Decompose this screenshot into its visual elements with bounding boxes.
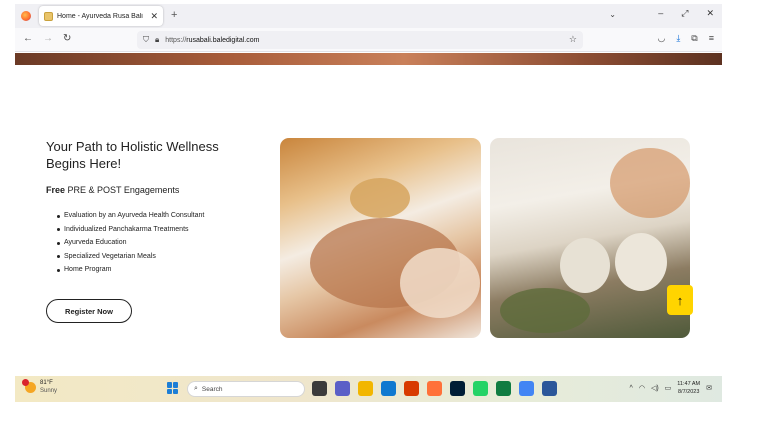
engagements-subheading: Free PRE & POST Engagements <box>46 185 179 195</box>
show-hidden-icons-chevron-icon[interactable]: ^ <box>630 385 633 392</box>
browser-window: Home - Ayurveda Rusa Bali ✕ + ⌄ – ⤢ ✕ ← … <box>15 0 722 402</box>
weather-condition: Sunny <box>40 388 58 394</box>
weather-text: 81°F Sunny <box>40 379 57 395</box>
site-favicon-icon <box>44 11 53 21</box>
menu-hamburger-icon[interactable]: ≡ <box>709 33 714 44</box>
firefox-view-icon[interactable] <box>21 11 31 21</box>
file-explorer-icon[interactable] <box>358 381 373 396</box>
office-icon[interactable] <box>404 381 419 396</box>
massage-photo <box>280 138 481 338</box>
weather-temp: 81°F <box>40 380 53 386</box>
clock-time: 11:47 AM <box>677 381 701 387</box>
chrome-icon[interactable] <box>519 381 534 396</box>
active-tab[interactable]: Home - Ayurveda Rusa Bali ✕ <box>39 6 163 26</box>
downloads-icon[interactable]: ⤓ <box>676 33 680 44</box>
windows-start-icon[interactable] <box>167 382 179 394</box>
wifi-icon[interactable]: ◠ <box>639 384 645 392</box>
maximize-button[interactable]: ⤢ <box>681 8 688 19</box>
tab-title: Home - Ayurveda Rusa Bali <box>57 12 143 20</box>
toolbar-icons: ◡ ⤓ ⧉ ≡ <box>657 33 714 44</box>
search-icon: ⌕ <box>194 385 198 392</box>
sun-icon <box>22 378 36 393</box>
subhead-bold: Free <box>46 185 66 195</box>
weather-widget[interactable]: 81°F Sunny <box>22 378 57 395</box>
forward-arrow-icon[interactable]: → <box>43 33 53 44</box>
volume-icon[interactable]: ◁) <box>651 384 659 392</box>
list-item: Ayurveda Education <box>57 236 204 250</box>
minimize-button[interactable]: – <box>658 8 663 19</box>
new-tab-button[interactable]: + <box>171 9 177 21</box>
alert-badge <box>22 378 29 386</box>
list-all-tabs-icon[interactable]: ⌄ <box>609 10 616 19</box>
pocket-icon[interactable]: ◡ <box>657 33 665 44</box>
reload-icon[interactable]: ↻ <box>63 33 71 44</box>
extensions-icon[interactable]: ⧉ <box>691 33 697 44</box>
battery-icon[interactable]: ▭ <box>665 384 672 392</box>
register-now-button[interactable]: Register Now <box>46 299 132 323</box>
system-tray: ^ ◠ ◁) ▭ 11:47 AM 8/7/2023 ✉ <box>630 380 712 396</box>
whatsapp-icon[interactable] <box>473 381 488 396</box>
task-view-icon[interactable] <box>312 381 327 396</box>
headline-line-2: Begins Here! <box>46 156 122 171</box>
excel-icon[interactable] <box>496 381 511 396</box>
photoshop-icon[interactable] <box>450 381 465 396</box>
tab-strip: Home - Ayurveda Rusa Bali ✕ + ⌄ – ⤢ ✕ <box>15 4 722 28</box>
list-item: Individualized Panchakarma Treatments <box>57 223 204 237</box>
tracking-shield-icon[interactable]: ⛉ <box>143 35 149 45</box>
page-headline: Your Path to Holistic Wellness Begins He… <box>46 138 266 172</box>
lock-icon[interactable]: 🔒︎ <box>155 35 159 45</box>
feature-list: Evaluation by an Ayurveda Health Consult… <box>57 209 204 277</box>
url-bar[interactable]: ⛉ 🔒︎ https://rusabali.baledigital.com ☆ <box>137 31 583 49</box>
firefox-icon[interactable] <box>427 381 442 396</box>
teams-icon[interactable] <box>335 381 350 396</box>
headline-line-1: Your Path to Holistic Wellness <box>46 139 219 154</box>
scroll-to-top-button[interactable]: ↑ <box>667 285 693 315</box>
hero-image-bottom-strip <box>15 53 722 65</box>
navigation-bar: ← → ↻ ⛉ 🔒︎ https://rusabali.baledigital.… <box>15 28 722 52</box>
tab-close-icon[interactable]: ✕ <box>150 11 158 22</box>
subhead-rest: PRE & POST Engagements <box>65 185 180 195</box>
list-item: Specialized Vegetarian Meals <box>57 250 204 264</box>
clock[interactable]: 11:47 AM 8/7/2023 <box>677 380 700 396</box>
close-window-button[interactable]: ✕ <box>706 8 714 19</box>
taskbar-search[interactable]: ⌕ Search <box>187 381 305 397</box>
list-item: Evaluation by an Ayurveda Health Consult… <box>57 209 204 223</box>
window-controls: – ⤢ ✕ <box>658 8 714 19</box>
herbal-compress-photo <box>490 138 690 338</box>
search-placeholder: Search <box>201 385 223 393</box>
bookmark-star-icon[interactable]: ☆ <box>569 34 577 45</box>
url-text: https://rusabali.baledigital.com <box>165 36 260 44</box>
clock-date: 8/7/2023 <box>677 389 700 395</box>
list-item: Home Program <box>57 263 204 277</box>
back-arrow-icon[interactable]: ← <box>23 33 33 44</box>
edge-icon[interactable] <box>381 381 396 396</box>
pinned-apps <box>312 381 557 396</box>
notification-bell-icon[interactable]: ✉ <box>706 384 712 392</box>
word-icon[interactable] <box>542 381 557 396</box>
windows-taskbar: 81°F Sunny ⌕ Search ^ ◠ ◁) ▭ 11:47 AM 8/… <box>15 376 722 402</box>
